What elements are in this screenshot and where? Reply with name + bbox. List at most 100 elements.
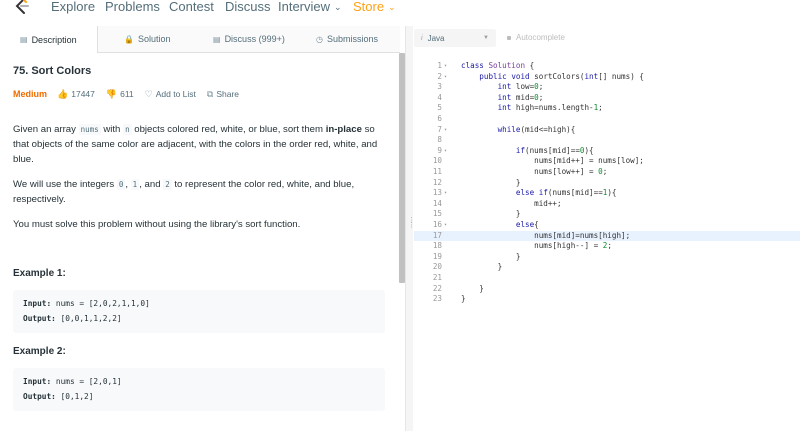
like-button[interactable]: 👍 17447 xyxy=(57,89,95,100)
nav-contest[interactable]: Contest xyxy=(169,0,214,14)
code-line[interactable]: 16 ▾ else{ xyxy=(414,220,800,231)
example-1-output: Output: [0,0,1,1,2,2] xyxy=(23,314,122,323)
line-number: 16 xyxy=(432,220,442,229)
like-count: 17447 xyxy=(71,89,95,99)
code-line[interactable]: 12 } xyxy=(414,178,800,189)
code-text: } xyxy=(461,209,521,219)
fold-toggle-icon[interactable]: ▾ xyxy=(444,125,447,136)
code-line[interactable]: 1 ▾ class Solution { xyxy=(414,61,800,72)
code-line[interactable]: 19 } xyxy=(414,252,800,263)
code-line[interactable]: 23} xyxy=(414,294,800,305)
line-number: 3 xyxy=(437,82,442,92)
code-line[interactable]: 18 nums[high--] = 2; xyxy=(414,241,800,252)
leetcode-logo-icon[interactable] xyxy=(13,0,31,15)
nav-interview-label: Interview xyxy=(278,0,331,14)
language-select[interactable]: i Java ▼ xyxy=(414,29,496,47)
code-line[interactable]: 21 xyxy=(414,273,800,284)
code-line[interactable]: 3 int low=0; xyxy=(414,82,800,93)
code-line[interactable]: 15 } xyxy=(414,209,800,220)
chevron-down-icon: ⌄ xyxy=(334,2,342,12)
code-line[interactable]: 22 } xyxy=(414,284,800,295)
autocomplete-label: Autocomplete xyxy=(516,33,565,42)
nav-store-label: Store xyxy=(353,0,385,14)
problem-tabs: ▤ Description 🔒 Solution ▤ Discuss (999+… xyxy=(0,26,400,53)
code-line[interactable]: 9 ▾ if(nums[mid]==0){ xyxy=(414,146,800,157)
chevron-down-icon: ▼ xyxy=(483,35,489,41)
code-line[interactable]: 5 int high=nums.length-1; xyxy=(414,103,800,114)
code-text: int mid=0; xyxy=(497,92,544,102)
autocomplete-toggle[interactable]: Autocomplete xyxy=(507,33,565,42)
tab-description[interactable]: ▤ Description xyxy=(0,26,98,53)
line-number: 23 xyxy=(432,294,442,304)
code-line[interactable]: 4 int mid=0; xyxy=(414,93,800,104)
comment-icon: ▤ xyxy=(213,34,221,44)
example-2-box: Input: nums = [2,0,1] Output: [0,1,2] xyxy=(13,368,385,411)
problem-title: 75. Sort Colors xyxy=(13,65,92,77)
code-line[interactable]: 2 ▾ public void sortColors(int[] nums) { xyxy=(414,72,800,83)
output-label: Output: xyxy=(23,314,56,323)
nav-problems[interactable]: Problems xyxy=(105,0,160,14)
language-label: Java xyxy=(427,33,445,43)
fold-toggle-icon[interactable]: ▾ xyxy=(444,220,447,231)
example-1-heading: Example 1: xyxy=(13,268,66,279)
code-line[interactable]: 6 xyxy=(414,114,800,125)
lock-icon: 🔒 xyxy=(124,34,134,44)
example-2-input: Input: nums = [2,0,1] xyxy=(23,377,122,386)
line-number: 14 xyxy=(432,198,442,208)
tab-description-label: Description xyxy=(31,34,77,45)
inline-code: nums xyxy=(78,124,101,135)
nav-explore[interactable]: Explore xyxy=(51,0,95,14)
dislike-button[interactable]: 👎 611 xyxy=(106,89,134,100)
nav-interview[interactable]: Interview ⌄ xyxy=(278,0,342,14)
line-number: 10 xyxy=(432,156,442,166)
tab-solution[interactable]: 🔒 Solution xyxy=(124,26,171,52)
add-to-list-button[interactable]: ♡ Add to List xyxy=(145,89,196,100)
code-text: nums[low++] = 0; xyxy=(461,167,608,176)
code-text: else if(nums[mid]==1){ xyxy=(515,188,617,198)
code-text: nums[high--] = 2; xyxy=(461,241,612,251)
nav-discuss[interactable]: Discuss xyxy=(225,0,271,14)
line-number: 15 xyxy=(432,209,442,219)
fold-toggle-icon[interactable]: ▾ xyxy=(444,188,447,199)
code-line[interactable]: 11 nums[low++] = 0; xyxy=(414,167,800,178)
fold-toggle-icon[interactable]: ▾ xyxy=(444,72,447,83)
code-line[interactable]: 14 mid++; xyxy=(414,199,800,210)
code-text: public void sortColors(int[] nums) { xyxy=(479,71,644,81)
code-line[interactable]: 17 nums[mid]=nums[high]; xyxy=(414,230,800,242)
line-number: 4 xyxy=(437,92,442,102)
inline-code: n xyxy=(123,124,132,135)
tab-submissions[interactable]: ◷ Submissions xyxy=(316,26,378,52)
share-label: Share xyxy=(216,89,240,99)
line-number: 21 xyxy=(432,273,442,282)
code-text: } xyxy=(461,283,484,293)
input-label: Input: xyxy=(23,377,52,386)
nav-store[interactable]: Store ⌄ xyxy=(353,0,396,14)
code-line[interactable]: 13 ▾ else if(nums[mid]==1){ xyxy=(414,188,800,199)
code-line[interactable]: 20 } xyxy=(414,262,800,273)
code-line[interactable]: 10 nums[mid++] = nums[low]; xyxy=(414,156,800,167)
line-number: 18 xyxy=(432,241,442,251)
tab-discuss[interactable]: ▤ Discuss (999+) xyxy=(213,26,285,52)
line-number: 22 xyxy=(432,283,442,293)
problem-meta: Medium 👍 17447 👎 611 ♡ Add to List ⧉ Share xyxy=(13,89,250,100)
code-text: else{ xyxy=(515,220,539,229)
difficulty-badge: Medium xyxy=(13,89,48,99)
dislike-count: 611 xyxy=(120,89,134,99)
fold-toggle-icon[interactable]: ▾ xyxy=(444,146,447,157)
example-1-box: Input: nums = [2,0,2,1,1,0] Output: [0,0… xyxy=(13,290,385,333)
share-button[interactable]: ⧉ Share xyxy=(207,89,239,100)
output-value: [0,1,2] xyxy=(60,392,94,401)
code-line[interactable]: 8 xyxy=(414,135,800,146)
line-number: 20 xyxy=(432,262,442,272)
code-line[interactable]: 7 ▾ while(mid<=high){ xyxy=(414,125,800,136)
fold-toggle-icon[interactable]: ▾ xyxy=(444,61,447,72)
line-number: 17 xyxy=(432,230,442,240)
code-editor[interactable]: 1 ▾ class Solution {2 ▾ public void sortCol… xyxy=(414,58,800,431)
code-text: } xyxy=(461,251,521,261)
description-paragraph-2: We will use the integers 0, 1, and 2 to … xyxy=(13,177,388,207)
code-text: while(mid<=high){ xyxy=(497,124,576,134)
thumbs-up-icon: 👍 xyxy=(57,88,69,99)
desc-text: Given an array xyxy=(13,124,79,135)
in-place-link[interactable]: in-place xyxy=(326,124,362,135)
line-number: 13 xyxy=(432,188,442,198)
